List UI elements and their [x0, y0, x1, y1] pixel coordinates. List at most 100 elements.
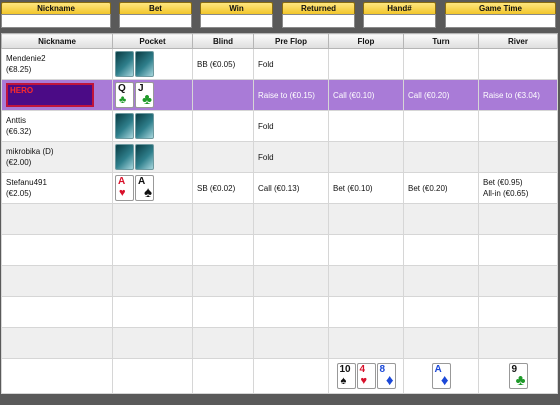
player-name: Anttis	[6, 116, 27, 125]
club-suit-icon: ♣	[119, 94, 127, 106]
filter-game-time[interactable]: Game Time	[445, 2, 556, 28]
playing-card: Q ♣	[115, 82, 134, 108]
card-rank: Q	[118, 83, 126, 94]
flop-cell: Call (€0.10)	[328, 79, 404, 111]
preflop-cell: Fold	[253, 48, 329, 80]
card-back-icon	[115, 51, 134, 77]
column-header-pocket[interactable]: Pocket	[112, 33, 193, 49]
preflop-cell: Call (€0.13)	[253, 172, 329, 204]
playing-card: 8 ♦	[376, 363, 396, 389]
preflop-cell: Fold	[253, 110, 329, 142]
table-row-hero[interactable]: HERO Q ♣ J ♣ Raise to (€0.15) Call (€0.1…	[1, 79, 558, 111]
card-back-icon	[115, 144, 134, 170]
river-cell	[478, 48, 558, 80]
spade-suit-icon: ♠	[144, 184, 152, 201]
blind-cell: SB (€0.02)	[192, 172, 254, 204]
preflop-cell: Raise to (€0.15)	[253, 79, 329, 111]
player-name: Stefanu491	[6, 178, 47, 187]
card-back-icon	[135, 144, 154, 170]
board-turn-cell: A ♦	[403, 358, 479, 394]
filter-win-input[interactable]	[200, 14, 273, 28]
filter-returned-input[interactable]	[282, 14, 355, 28]
filter-bar: Nickname Bet Win Returned Hand# Game Tim…	[0, 0, 560, 30]
river-cell	[478, 141, 558, 173]
column-header-preflop[interactable]: Pre Flop	[253, 33, 329, 49]
diamond-suit-icon: ♦	[385, 372, 394, 389]
flop-cell	[328, 110, 404, 142]
club-suit-icon: ♣	[142, 91, 152, 108]
column-header-river[interactable]: River	[478, 33, 558, 49]
board-river-cell: 9 ♣	[478, 358, 558, 394]
spade-suit-icon: ♠	[340, 375, 347, 387]
table-row-empty	[1, 203, 558, 235]
filter-returned-label: Returned	[282, 2, 355, 14]
playing-card: 10 ♠	[336, 363, 356, 389]
filter-game-time-input[interactable]	[445, 14, 556, 28]
filter-returned[interactable]: Returned	[282, 2, 355, 28]
player-cell: mikrobika (D) (€2.00)	[1, 141, 113, 173]
player-cell: Anttis (€6.32)	[1, 110, 113, 142]
filter-bet-label: Bet	[119, 2, 192, 14]
board-flop-cell: 10 ♠ 4 ♥ 8 ♦	[328, 358, 404, 394]
player-stack: (€6.32)	[6, 127, 32, 136]
card-rank: 4	[359, 364, 366, 375]
column-header-flop[interactable]: Flop	[328, 33, 404, 49]
table-row[interactable]: mikrobika (D) (€2.00) Fold	[1, 141, 558, 173]
heart-suit-icon: ♥	[119, 187, 126, 199]
turn-cell	[403, 48, 479, 80]
playing-card: 9 ♣	[508, 363, 528, 389]
turn-cell: Bet (€0.20)	[403, 172, 479, 204]
pocket-cell	[112, 141, 193, 173]
filter-nickname-label: Nickname	[1, 2, 111, 14]
pocket-cell	[112, 48, 193, 80]
column-header-turn[interactable]: Turn	[403, 33, 479, 49]
blind-cell	[192, 141, 254, 173]
filter-nickname[interactable]: Nickname	[1, 2, 111, 28]
filter-bet[interactable]: Bet	[119, 2, 192, 28]
player-name: Mendenie2	[6, 54, 46, 63]
river-cell	[478, 110, 558, 142]
card-back-icon	[115, 113, 134, 139]
filter-win[interactable]: Win	[200, 2, 273, 28]
card-back-icon	[135, 113, 154, 139]
flop-cell: Bet (€0.10)	[328, 172, 404, 204]
pocket-cell	[112, 110, 193, 142]
board-row: 10 ♠ 4 ♥ 8 ♦ A ♦ 9 ♣	[1, 358, 558, 394]
card-rank: 10	[339, 364, 351, 375]
card-rank: 8	[379, 364, 386, 375]
table-row[interactable]: Mendenie2 (€8.25) BB (€0.05) Fold	[1, 48, 558, 80]
playing-card: A ♦	[431, 363, 451, 389]
diamond-suit-icon: ♦	[440, 372, 449, 389]
pocket-cell: A ♥ A ♠	[112, 172, 193, 204]
table-row[interactable]: Anttis (€6.32) Fold	[1, 110, 558, 142]
playing-card: A ♥	[115, 175, 134, 201]
blind-cell	[192, 110, 254, 142]
turn-cell	[403, 141, 479, 173]
table-header-row: Nickname Pocket Blind Pre Flop Flop Turn…	[1, 33, 558, 49]
turn-cell	[403, 110, 479, 142]
filter-hand[interactable]: Hand#	[363, 2, 436, 28]
playing-card: 4 ♥	[356, 363, 376, 389]
table-row[interactable]: Stefanu491 (€2.05) A ♥ A ♠ SB (€0.02) Ca…	[1, 172, 558, 204]
filter-nickname-input[interactable]	[1, 14, 111, 28]
column-header-blind[interactable]: Blind	[192, 33, 254, 49]
table-row-empty	[1, 234, 558, 266]
filter-hand-input[interactable]	[363, 14, 436, 28]
river-action-allin: All-in (€0.65)	[483, 189, 529, 198]
turn-cell: Call (€0.20)	[403, 79, 479, 111]
player-stack: (€2.00)	[6, 158, 32, 167]
playing-card: J ♣	[135, 82, 154, 108]
filter-game-time-label: Game Time	[445, 2, 556, 14]
player-stack: (€8.25)	[6, 65, 32, 74]
card-rank: A	[118, 176, 126, 187]
table-row-empty	[1, 296, 558, 328]
column-header-nickname[interactable]: Nickname	[1, 33, 113, 49]
club-suit-icon: ♣	[515, 372, 526, 389]
filter-win-label: Win	[200, 2, 273, 14]
flop-cell	[328, 48, 404, 80]
blind-cell: BB (€0.05)	[192, 48, 254, 80]
player-stack: (€2.05)	[6, 189, 32, 198]
table-row-empty	[1, 265, 558, 297]
filter-bet-input[interactable]	[119, 14, 192, 28]
card-back-icon	[135, 51, 154, 77]
